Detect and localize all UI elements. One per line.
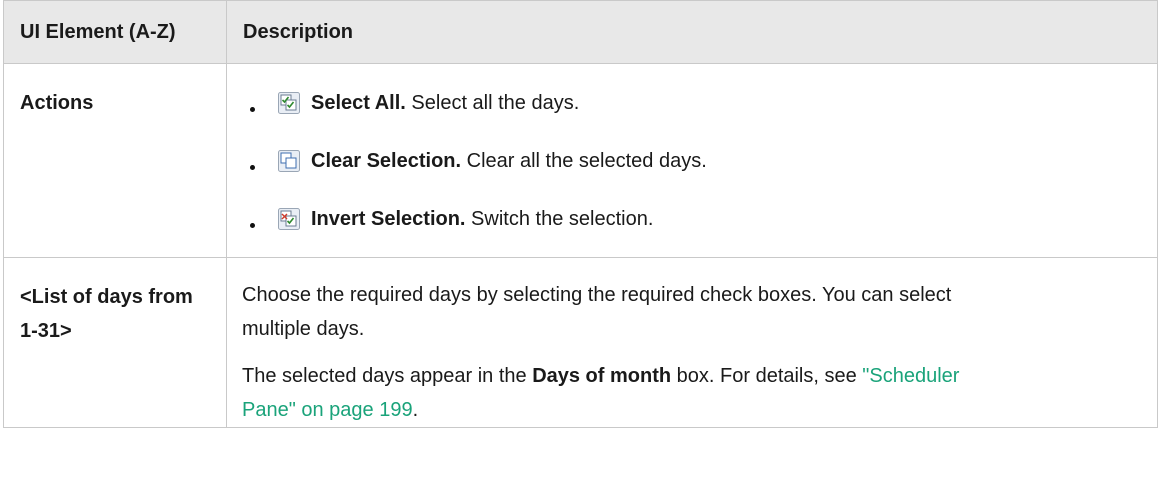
ui-element-table: UI Element (A-Z) Description Actions Sel… xyxy=(3,0,1158,428)
row-name-days-list: <List of days from 1-31> xyxy=(3,257,227,428)
row-description-actions: Select All. Select all the days. Clear S… xyxy=(226,63,1158,258)
invert-selection-icon xyxy=(278,208,300,230)
column-header-ui-element: UI Element (A-Z) xyxy=(3,0,227,64)
table-row: Actions Select All. Select all the days. xyxy=(3,63,1158,258)
column-header-description: Description xyxy=(226,0,1158,64)
actions-list: Select All. Select all the days. Clear S… xyxy=(242,74,1157,248)
table-row: <List of days from 1-31> Choose the requ… xyxy=(3,257,1158,428)
list-item-invert-selection: Invert Selection. Switch the selection. xyxy=(242,190,1157,248)
row-name-actions: Actions xyxy=(3,63,227,258)
bullet xyxy=(250,223,255,228)
clear-selection-label: Clear Selection. Clear all the selected … xyxy=(311,149,707,172)
row-description-days-list: Choose the required days by selecting th… xyxy=(226,257,1158,428)
bullet xyxy=(250,165,255,170)
clear-selection-icon xyxy=(278,150,300,172)
select-all-icon xyxy=(278,92,300,114)
days-list-paragraph-1: Choose the required days by selecting th… xyxy=(242,284,952,340)
bullet xyxy=(250,107,255,112)
select-all-label: Select All. Select all the days. xyxy=(311,91,580,114)
days-list-paragraph-2: The selected days appear in the Days of … xyxy=(242,365,960,421)
list-item-clear-selection: Clear Selection. Clear all the selected … xyxy=(242,132,1157,190)
list-item-select-all: Select All. Select all the days. xyxy=(242,74,1157,132)
invert-selection-label: Invert Selection. Switch the selection. xyxy=(311,207,654,230)
days-of-month-term: Days of month xyxy=(532,365,672,387)
table-header-row: UI Element (A-Z) Description xyxy=(3,0,1158,64)
